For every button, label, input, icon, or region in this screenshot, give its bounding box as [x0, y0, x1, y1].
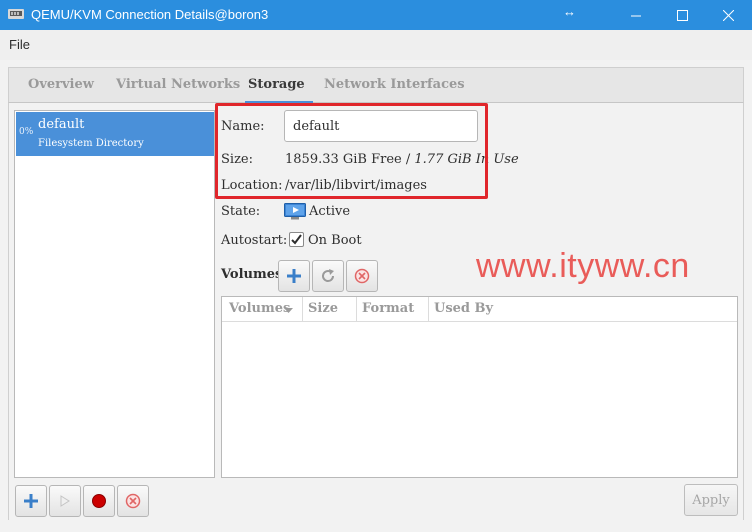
- maximize-button[interactable]: [659, 0, 705, 30]
- add-pool-button[interactable]: [15, 485, 47, 517]
- volumes-heading: Volumes: [221, 267, 283, 282]
- column-separator[interactable]: [428, 297, 429, 322]
- volumes-table-header: Volumes Size Format Used By: [222, 297, 737, 322]
- menu-file[interactable]: File: [9, 37, 30, 52]
- sort-down-icon: [284, 308, 293, 313]
- state-label: State:: [221, 204, 261, 219]
- notebook-tabs: Overview Virtual Networks Storage Networ…: [8, 67, 744, 104]
- autostart-value: On Boot: [308, 233, 362, 248]
- play-icon: [60, 495, 70, 507]
- apply-button[interactable]: Apply: [684, 484, 738, 516]
- virt-manager-app-icon: [8, 9, 24, 19]
- delete-pool-button[interactable]: [117, 485, 149, 517]
- annotation-highlight-box: [215, 103, 488, 199]
- refresh-volumes-button[interactable]: [312, 260, 344, 292]
- close-button[interactable]: [705, 0, 751, 30]
- tab-overview[interactable]: Overview: [28, 77, 94, 92]
- add-icon: [287, 269, 301, 283]
- maximize-icon: [676, 9, 688, 21]
- column-header-size[interactable]: Size: [308, 301, 338, 316]
- refresh-icon: [322, 269, 335, 282]
- volumes-table[interactable]: Volumes Size Format Used By: [221, 296, 738, 478]
- autostart-checkbox[interactable]: [289, 232, 304, 247]
- column-separator[interactable]: [302, 297, 303, 322]
- window-title: QEMU/KVM Connection Details@boron3: [31, 7, 269, 22]
- close-icon: [722, 9, 734, 21]
- active-state-icon: [284, 203, 306, 220]
- pool-list-item[interactable]: 0% default Filesystem Directory: [16, 112, 214, 156]
- tab-virtual-networks[interactable]: Virtual Networks: [116, 77, 240, 92]
- column-header-format[interactable]: Format: [362, 301, 414, 316]
- resize-arrows-icon: ↔: [563, 4, 576, 19]
- delete-icon: [125, 493, 141, 509]
- tab-storage[interactable]: Storage: [248, 77, 305, 92]
- start-pool-button[interactable]: [49, 485, 81, 517]
- add-icon: [24, 494, 38, 508]
- title-bar: QEMU/KVM Connection Details@boron3 ↔: [0, 0, 752, 30]
- tab-network-interfaces[interactable]: Network Interfaces: [324, 77, 465, 92]
- add-volume-button[interactable]: [278, 260, 310, 292]
- stop-icon: [92, 494, 106, 508]
- storage-pool-list[interactable]: 0% default Filesystem Directory: [14, 110, 215, 478]
- watermark-text: www.ityww.cn: [476, 247, 690, 285]
- menu-bar: File: [0, 30, 752, 60]
- pool-type: Filesystem Directory: [38, 138, 144, 149]
- pool-name: default: [38, 117, 85, 132]
- stop-pool-button[interactable]: [83, 485, 115, 517]
- pool-usage-percent: 0%: [19, 127, 34, 137]
- column-header-used-by[interactable]: Used By: [434, 301, 493, 316]
- column-header-volumes[interactable]: Volumes: [229, 301, 290, 316]
- autostart-label: Autostart:: [221, 233, 288, 248]
- state-value: Active: [309, 204, 351, 219]
- minimize-button[interactable]: [613, 0, 659, 30]
- delete-icon: [354, 268, 370, 284]
- minimize-icon: [630, 15, 641, 16]
- delete-volume-button[interactable]: [346, 260, 378, 292]
- checkmark-icon: [291, 234, 302, 245]
- column-separator[interactable]: [356, 297, 357, 322]
